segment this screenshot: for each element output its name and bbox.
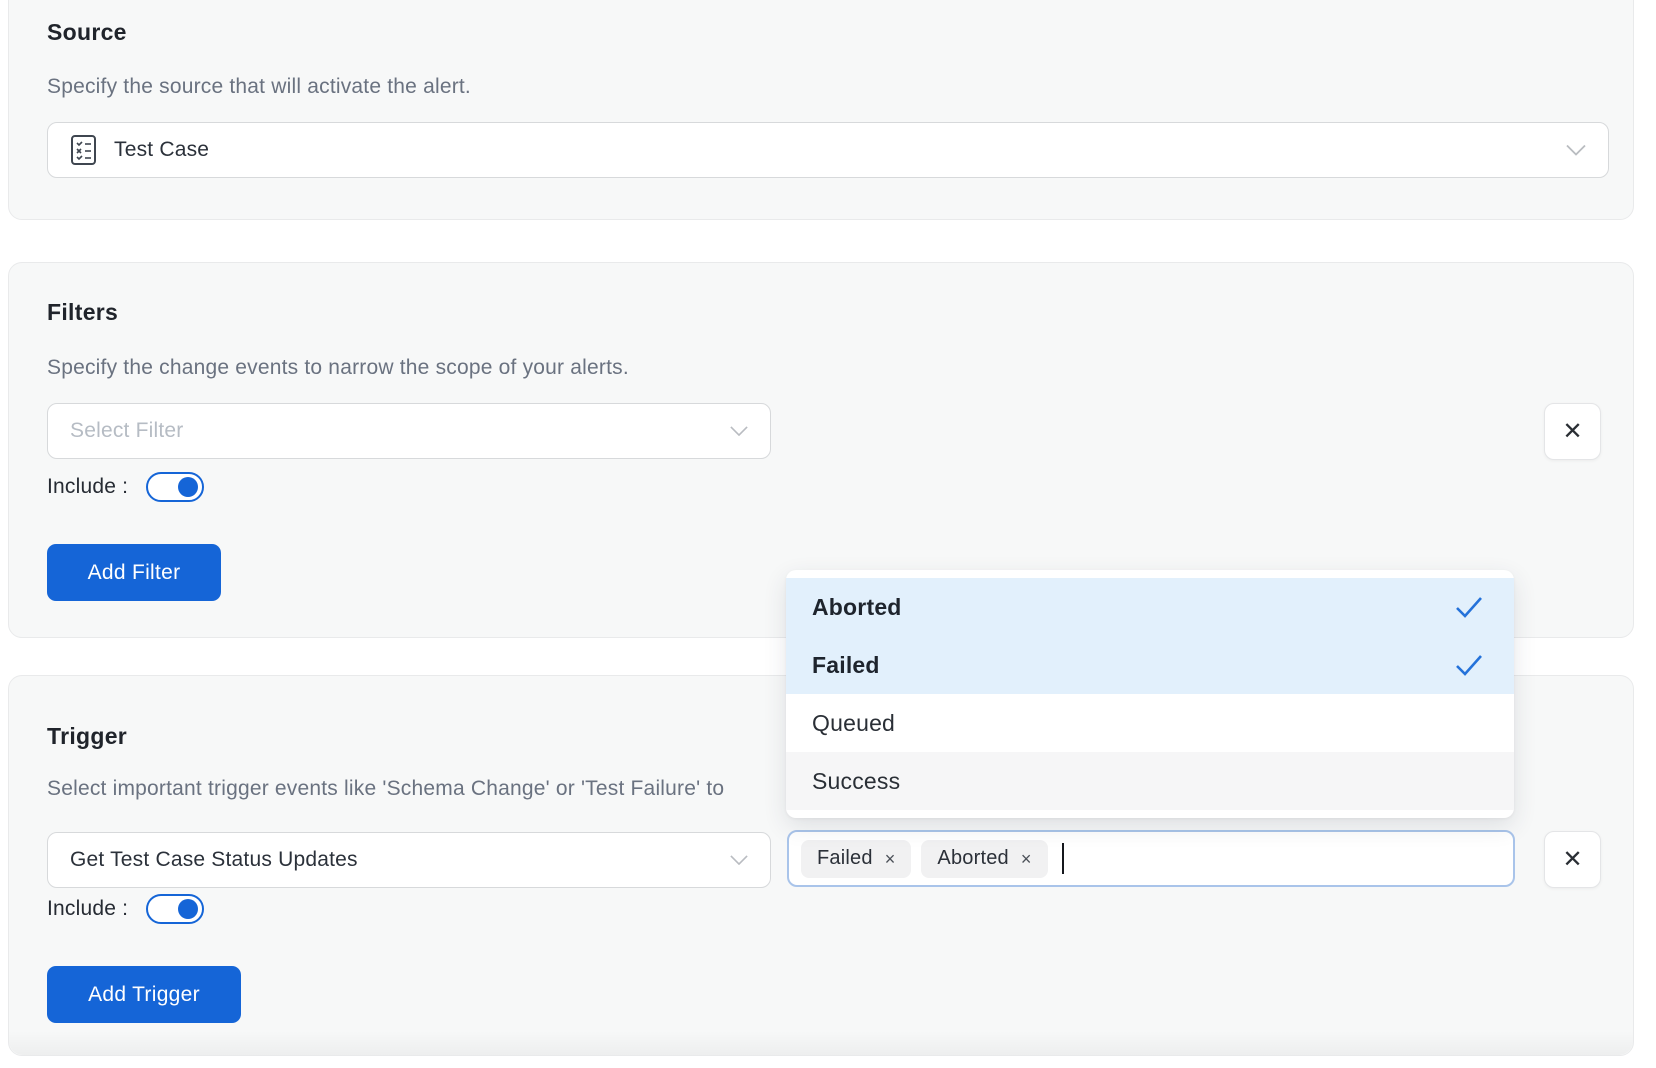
option-label: Aborted xyxy=(812,594,902,621)
filters-description: Specify the change events to narrow the … xyxy=(47,356,629,380)
check-icon xyxy=(1454,595,1484,619)
check-icon xyxy=(1454,653,1484,677)
trigger-include-toggle[interactable] xyxy=(146,894,204,924)
remove-tag-icon[interactable]: × xyxy=(885,850,896,868)
option-label: Queued xyxy=(812,710,895,737)
option-label: Failed xyxy=(812,652,880,679)
trigger-title: Trigger xyxy=(47,723,127,750)
trigger-select-value: Get Test Case Status Updates xyxy=(70,848,358,872)
chevron-down-icon xyxy=(730,855,748,865)
dropdown-option-queued[interactable]: Queued xyxy=(786,694,1514,752)
tag-label: Aborted xyxy=(937,847,1008,870)
tag-label: Failed xyxy=(817,847,873,870)
filter-select[interactable]: Select Filter xyxy=(47,403,771,459)
status-options-dropdown: Aborted Failed Queued Success xyxy=(786,570,1514,818)
trigger-description: Select important trigger events like 'Sc… xyxy=(47,777,724,801)
source-select-value: Test Case xyxy=(114,138,209,162)
selected-event-tag: Aborted × xyxy=(921,840,1047,878)
remove-trigger-row-button[interactable]: ✕ xyxy=(1544,831,1601,888)
test-case-document-icon xyxy=(70,134,97,166)
trigger-events-multiselect-input[interactable]: Failed × Aborted × xyxy=(787,830,1515,887)
add-filter-button[interactable]: Add Filter xyxy=(47,544,221,601)
filters-include-row: Include : xyxy=(47,472,204,502)
source-select[interactable]: Test Case xyxy=(47,122,1609,178)
trigger-select[interactable]: Get Test Case Status Updates xyxy=(47,832,771,888)
toggle-knob xyxy=(178,477,198,497)
chevron-down-icon xyxy=(1566,145,1586,156)
filters-title: Filters xyxy=(47,299,118,326)
bottom-scroll-shadow xyxy=(9,1031,1633,1055)
remove-filter-row-button[interactable]: ✕ xyxy=(1544,403,1601,460)
add-trigger-button[interactable]: Add Trigger xyxy=(47,966,241,1023)
toggle-knob xyxy=(178,899,198,919)
filter-select-placeholder: Select Filter xyxy=(70,419,183,443)
dropdown-option-failed[interactable]: Failed xyxy=(786,636,1514,694)
add-trigger-label: Add Trigger xyxy=(88,983,200,1007)
source-section-card: Source Specify the source that will acti… xyxy=(8,0,1634,220)
chevron-down-icon xyxy=(730,426,748,436)
include-label: Include : xyxy=(47,897,128,921)
trigger-include-row: Include : xyxy=(47,894,204,924)
add-filter-label: Add Filter xyxy=(88,561,181,585)
remove-tag-icon[interactable]: × xyxy=(1021,850,1032,868)
include-label: Include : xyxy=(47,475,128,499)
close-icon: ✕ xyxy=(1562,417,1582,446)
dropdown-option-success[interactable]: Success xyxy=(786,752,1514,810)
dropdown-option-aborted[interactable]: Aborted xyxy=(786,578,1514,636)
source-description: Specify the source that will activate th… xyxy=(47,75,471,99)
close-icon: ✕ xyxy=(1562,845,1582,874)
filters-include-toggle[interactable] xyxy=(146,472,204,502)
option-label: Success xyxy=(812,768,900,795)
selected-event-tag: Failed × xyxy=(801,840,911,878)
text-cursor xyxy=(1062,843,1064,874)
source-title: Source xyxy=(47,19,127,46)
